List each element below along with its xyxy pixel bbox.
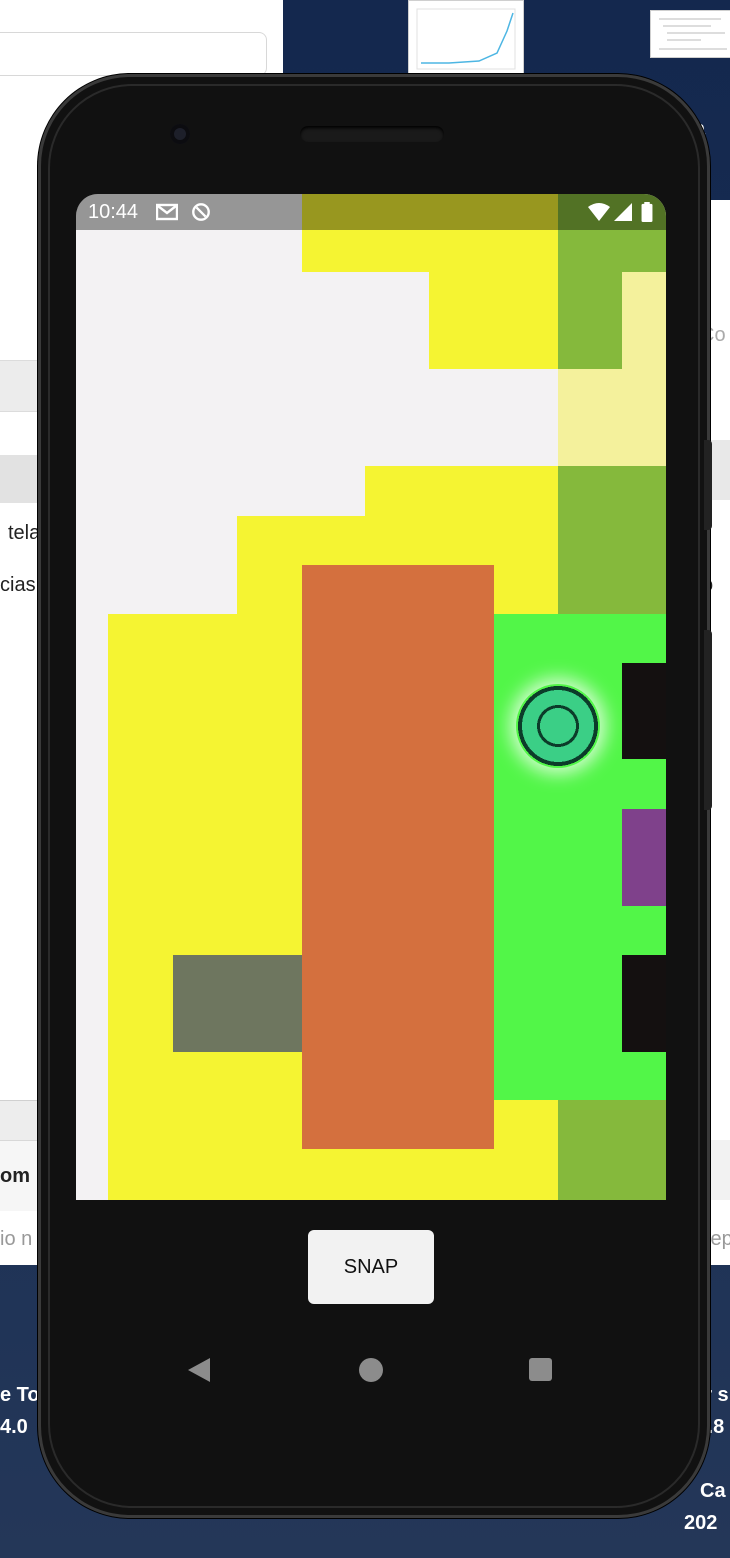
snap-button[interactable]: SNAP bbox=[308, 1230, 434, 1304]
background-text: tela bbox=[8, 522, 41, 544]
code-thumbnail-icon bbox=[659, 18, 727, 50]
desktop-icon-label: 202 bbox=[684, 1512, 718, 1534]
pixel-block-pale bbox=[622, 272, 666, 466]
background-search-field[interactable] bbox=[0, 32, 267, 76]
desktop-icon-label: 4.0 bbox=[0, 1416, 28, 1438]
background-text: io n bbox=[0, 1228, 33, 1250]
desktop-icon-label: e To bbox=[0, 1384, 40, 1406]
pixel-block-olive bbox=[558, 1100, 666, 1200]
do-not-disturb-icon bbox=[192, 203, 210, 221]
touch-target-indicator[interactable] bbox=[516, 684, 600, 768]
status-bar: 10:44 bbox=[76, 194, 666, 230]
signal-icon bbox=[614, 203, 632, 221]
recents-nav-icon[interactable] bbox=[529, 1358, 552, 1381]
pixel-block-black bbox=[622, 955, 666, 1052]
pixel-block-gray bbox=[173, 955, 302, 1052]
battery-icon bbox=[641, 202, 653, 222]
pixel-block-yellow bbox=[494, 1100, 558, 1200]
gmail-icon bbox=[156, 203, 178, 221]
pixel-block-purple bbox=[622, 809, 666, 906]
home-nav-icon[interactable] bbox=[359, 1358, 383, 1382]
status-time: 10:44 bbox=[88, 201, 139, 223]
chart-thumbnail[interactable] bbox=[408, 0, 524, 78]
pixel-block-orange bbox=[302, 565, 494, 1149]
code-thumbnail[interactable] bbox=[650, 10, 730, 58]
front-camera bbox=[170, 124, 190, 144]
power-button[interactable] bbox=[704, 440, 712, 530]
back-nav-icon[interactable] bbox=[188, 1358, 210, 1382]
pixel-block-yellow bbox=[365, 466, 558, 516]
volume-button[interactable] bbox=[704, 630, 712, 810]
app-screen[interactable]: 10:44 bbox=[76, 194, 666, 1200]
pixel-block-pale bbox=[558, 369, 622, 466]
background-text: cias bbox=[0, 574, 36, 596]
background-text: om bbox=[0, 1165, 30, 1187]
pixel-block-black bbox=[622, 663, 666, 759]
chart-thumbnail-icon bbox=[416, 8, 516, 70]
pixel-block-yellow bbox=[429, 272, 558, 369]
pixel-block-olive bbox=[558, 466, 666, 614]
wifi-icon bbox=[588, 203, 610, 221]
pixel-block-olive bbox=[558, 272, 622, 369]
earpiece-speaker bbox=[300, 126, 444, 142]
desktop-icon-label: Ca bbox=[700, 1480, 726, 1502]
